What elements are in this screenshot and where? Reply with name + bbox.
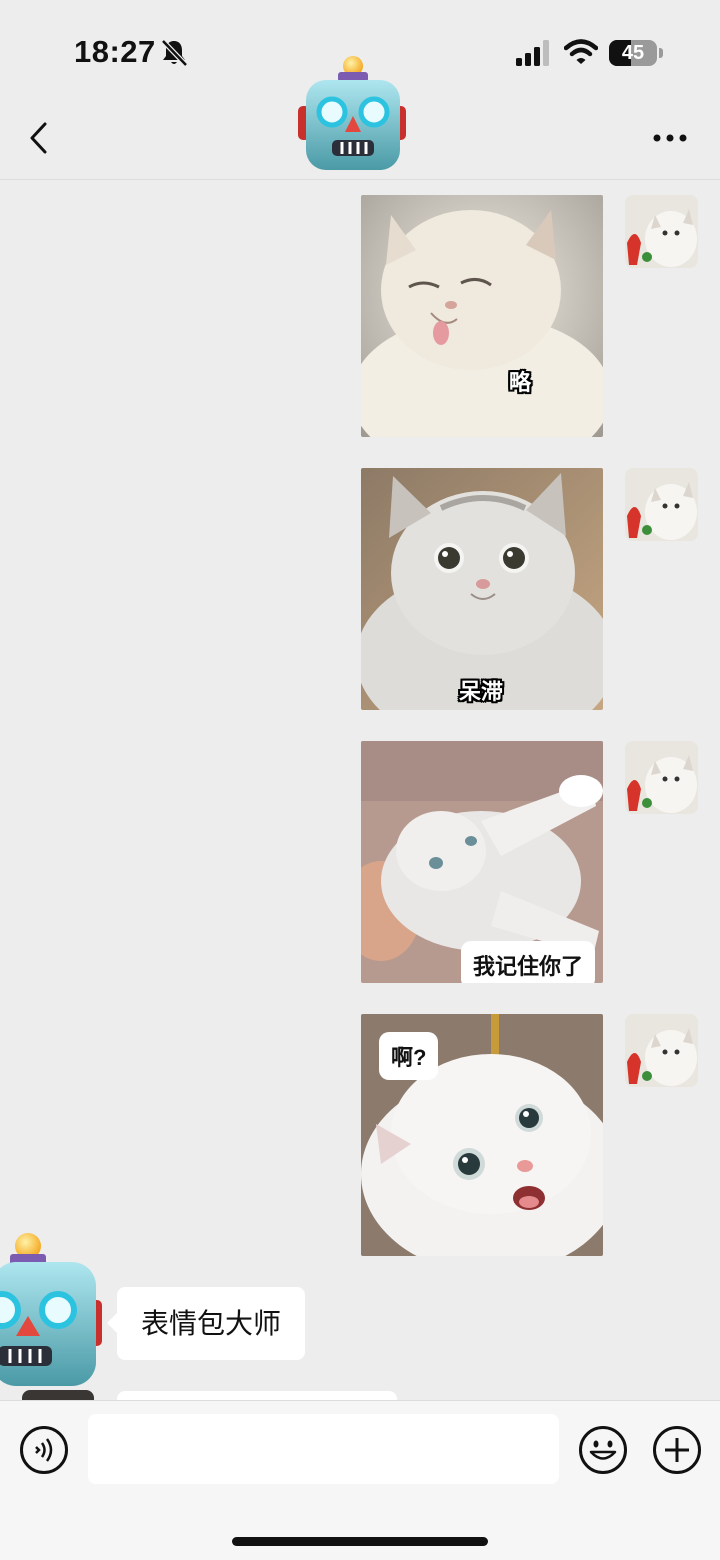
sticker-caption: 略 (509, 370, 532, 395)
battery-level: 45 (621, 42, 645, 64)
my-avatar[interactable] (625, 468, 698, 541)
sticker-message[interactable]: 略 (361, 195, 603, 437)
status-time: 18:27 (74, 34, 156, 69)
plus-icon[interactable] (652, 1425, 702, 1475)
avatar-image (625, 1014, 698, 1087)
my-avatar[interactable] (625, 195, 698, 268)
sticker-message[interactable]: 我记住你了 (361, 741, 603, 983)
sticker-message[interactable]: 呆滞 (361, 468, 603, 710)
avatar-image (625, 741, 698, 814)
voice-icon[interactable] (19, 1425, 69, 1475)
my-avatar[interactable] (625, 1014, 698, 1087)
avatar-image (625, 195, 698, 268)
sticker-caption: 啊? (379, 1032, 439, 1080)
avatar-image (625, 468, 698, 541)
sticker-caption: 呆滞 (459, 679, 504, 704)
wifi-icon (564, 39, 598, 64)
text-message-bubble[interactable]: 表情包大师 (106, 1287, 306, 1360)
cat-sticker-image (361, 195, 603, 437)
message-input[interactable] (88, 1414, 559, 1484)
robot-avatar-icon[interactable] (0, 1230, 106, 1394)
more-icon[interactable] (652, 130, 688, 146)
robot-avatar-icon[interactable] (296, 54, 408, 174)
emoji-icon[interactable] (578, 1425, 628, 1475)
sticker-caption: 我记住你了 (461, 941, 596, 983)
signal-icon (516, 40, 549, 66)
back-icon[interactable] (26, 118, 52, 158)
sticker-message[interactable]: 啊? (361, 1014, 603, 1256)
home-indicator (232, 1537, 488, 1546)
my-avatar[interactable] (625, 741, 698, 814)
battery-icon: 45 (609, 40, 663, 66)
bell-muted-icon (161, 39, 188, 67)
input-bar (0, 1400, 720, 1560)
